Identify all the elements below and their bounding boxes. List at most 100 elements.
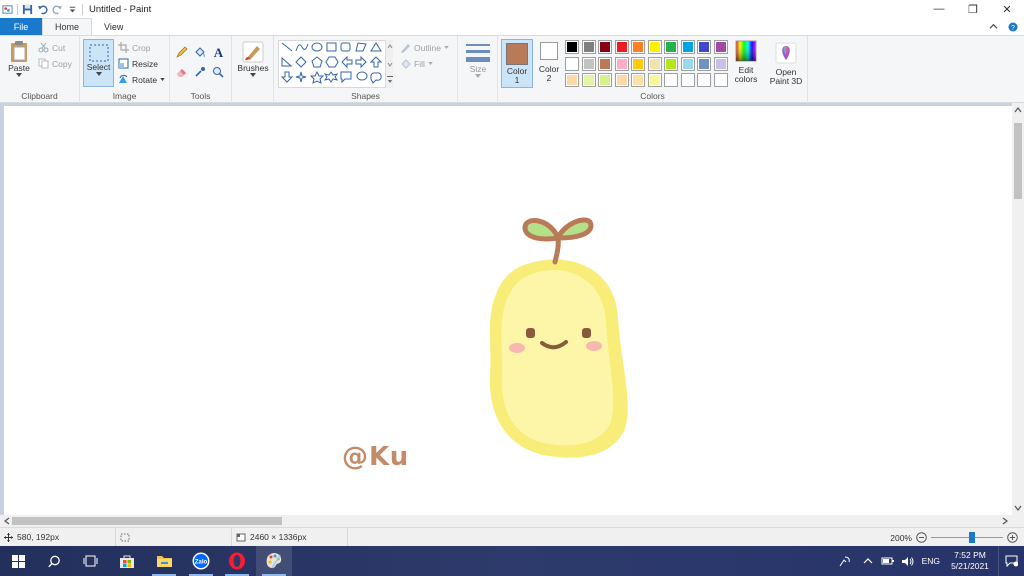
- start-button[interactable]: [0, 546, 36, 576]
- text-tool-icon[interactable]: A: [212, 45, 225, 58]
- undo-icon[interactable]: [37, 4, 48, 15]
- select-button[interactable]: Select: [83, 39, 114, 87]
- rotate-dropdown-chevron-icon[interactable]: [160, 78, 165, 81]
- redo-icon[interactable]: [52, 4, 63, 15]
- eraser-icon[interactable]: [176, 66, 188, 78]
- task-view-button[interactable]: [72, 546, 108, 576]
- palette-color-swatch[interactable]: [598, 73, 612, 87]
- palette-color-swatch[interactable]: [680, 40, 695, 54]
- search-button[interactable]: [36, 546, 72, 576]
- battery-network-icon[interactable]: [881, 556, 895, 566]
- open-paint3d-button[interactable]: Open Paint 3D: [766, 42, 806, 86]
- color1-button[interactable]: Color 1: [501, 39, 533, 88]
- magnifier-icon[interactable]: [212, 66, 224, 78]
- palette-color-swatch[interactable]: [614, 56, 629, 71]
- rotate-button[interactable]: Rotate: [118, 74, 165, 85]
- palette-color-swatch[interactable]: [647, 40, 662, 54]
- collapse-ribbon-chevron-icon[interactable]: [989, 22, 998, 31]
- palette-color-swatch[interactable]: [664, 40, 678, 54]
- crop-button[interactable]: Crop: [118, 42, 150, 53]
- palette-color-swatch[interactable]: [713, 40, 728, 54]
- drawing-canvas[interactable]: @Ku: [4, 106, 1012, 515]
- palette-color-swatch[interactable]: [664, 73, 678, 87]
- brushes-button[interactable]: Brushes: [236, 40, 270, 77]
- cut-button[interactable]: Cut: [38, 42, 65, 53]
- taskbar-zalo[interactable]: Zalo: [183, 546, 219, 576]
- customize-toolbar-chevron-icon[interactable]: [67, 4, 78, 15]
- zoom-out-icon[interactable]: [916, 532, 927, 543]
- taskbar-paint[interactable]: [256, 546, 292, 576]
- shapes-gallery-scroll[interactable]: [385, 40, 393, 88]
- scroll-down-arrow-icon[interactable]: [1014, 504, 1022, 512]
- taskbar-opera[interactable]: [219, 546, 255, 576]
- color-picker-icon[interactable]: [194, 66, 206, 78]
- palette-color-swatch[interactable]: [697, 56, 711, 71]
- tab-view[interactable]: View: [92, 18, 135, 35]
- brushes-dropdown-chevron-icon[interactable]: [250, 73, 256, 77]
- size-button[interactable]: Size: [462, 41, 494, 78]
- palette-color-swatch[interactable]: [647, 56, 662, 71]
- zoom-slider[interactable]: [931, 528, 1003, 547]
- palette-color-swatch[interactable]: [631, 73, 645, 87]
- palette-color-swatch[interactable]: [598, 40, 612, 54]
- palette-color-swatch[interactable]: [631, 40, 645, 54]
- palette-color-swatch[interactable]: [697, 40, 711, 54]
- palette-color-swatch[interactable]: [631, 56, 645, 71]
- scroll-left-arrow-icon[interactable]: [3, 517, 11, 525]
- palette-color-swatch[interactable]: [565, 40, 579, 54]
- color2-button[interactable]: Color 2: [537, 42, 561, 83]
- show-hidden-icons-chevron-icon[interactable]: [863, 557, 873, 565]
- horizontal-scrollbar[interactable]: [0, 515, 1012, 527]
- resize-button[interactable]: Resize: [118, 58, 158, 69]
- tab-file[interactable]: File: [0, 18, 42, 35]
- pen-workspace-icon[interactable]: [838, 555, 851, 568]
- minimize-button[interactable]: —: [922, 0, 956, 18]
- palette-color-swatch[interactable]: [664, 56, 678, 71]
- palette-color-swatch[interactable]: [647, 73, 662, 87]
- palette-color-swatch[interactable]: [697, 73, 711, 87]
- palette-color-swatch[interactable]: [680, 73, 695, 87]
- volume-icon[interactable]: [901, 556, 914, 567]
- close-button[interactable]: ✕: [990, 0, 1024, 18]
- palette-color-swatch[interactable]: [581, 40, 596, 54]
- taskbar-file-explorer[interactable]: [146, 546, 182, 576]
- palette-color-swatch[interactable]: [581, 56, 596, 71]
- palette-color-swatch[interactable]: [614, 73, 629, 87]
- save-icon[interactable]: [22, 4, 33, 15]
- taskbar-microsoft-store[interactable]: [109, 546, 145, 576]
- paint-app-icon[interactable]: [2, 4, 13, 15]
- paste-button[interactable]: Paste: [4, 40, 34, 77]
- outline-button[interactable]: Outline: [400, 42, 449, 53]
- fill-button[interactable]: Fill: [400, 58, 433, 69]
- zoom-in-icon[interactable]: [1007, 532, 1018, 543]
- palette-color-swatch[interactable]: [581, 73, 596, 87]
- palette-color-swatch[interactable]: [614, 40, 629, 54]
- vertical-scrollbar[interactable]: [1012, 103, 1024, 515]
- zoom-slider-knob[interactable]: [968, 532, 975, 543]
- vertical-scroll-thumb[interactable]: [1014, 123, 1022, 199]
- palette-color-swatch[interactable]: [565, 73, 579, 87]
- scroll-right-arrow-icon[interactable]: [1001, 517, 1009, 525]
- horizontal-scroll-thumb[interactable]: [12, 517, 282, 525]
- fill-bucket-icon[interactable]: [194, 46, 206, 58]
- select-dropdown-chevron-icon[interactable]: [95, 72, 102, 76]
- clock[interactable]: 7:52 PM 5/21/2021: [948, 550, 992, 572]
- copy-button[interactable]: Copy: [38, 58, 72, 69]
- edit-colors-button[interactable]: Edit colors: [732, 40, 760, 84]
- action-center-button[interactable]: [998, 546, 1024, 576]
- language-indicator[interactable]: ENG: [922, 556, 940, 566]
- restore-button[interactable]: ❐: [956, 0, 990, 18]
- polygon-shape-icon: [355, 42, 367, 52]
- help-icon[interactable]: ?: [1008, 22, 1018, 32]
- paste-dropdown-chevron-icon[interactable]: [16, 73, 22, 77]
- pencil-icon[interactable]: [176, 46, 188, 58]
- shapes-gallery[interactable]: [278, 40, 392, 88]
- palette-color-swatch[interactable]: [713, 56, 728, 71]
- palette-color-swatch[interactable]: [680, 56, 695, 71]
- palette-color-swatch[interactable]: [713, 73, 728, 87]
- tab-home[interactable]: Home: [42, 18, 93, 35]
- scroll-up-arrow-icon[interactable]: [1014, 106, 1022, 114]
- palette-color-swatch[interactable]: [565, 56, 579, 71]
- palette-color-swatch[interactable]: [598, 56, 612, 71]
- signature-text: @Ku: [342, 442, 410, 472]
